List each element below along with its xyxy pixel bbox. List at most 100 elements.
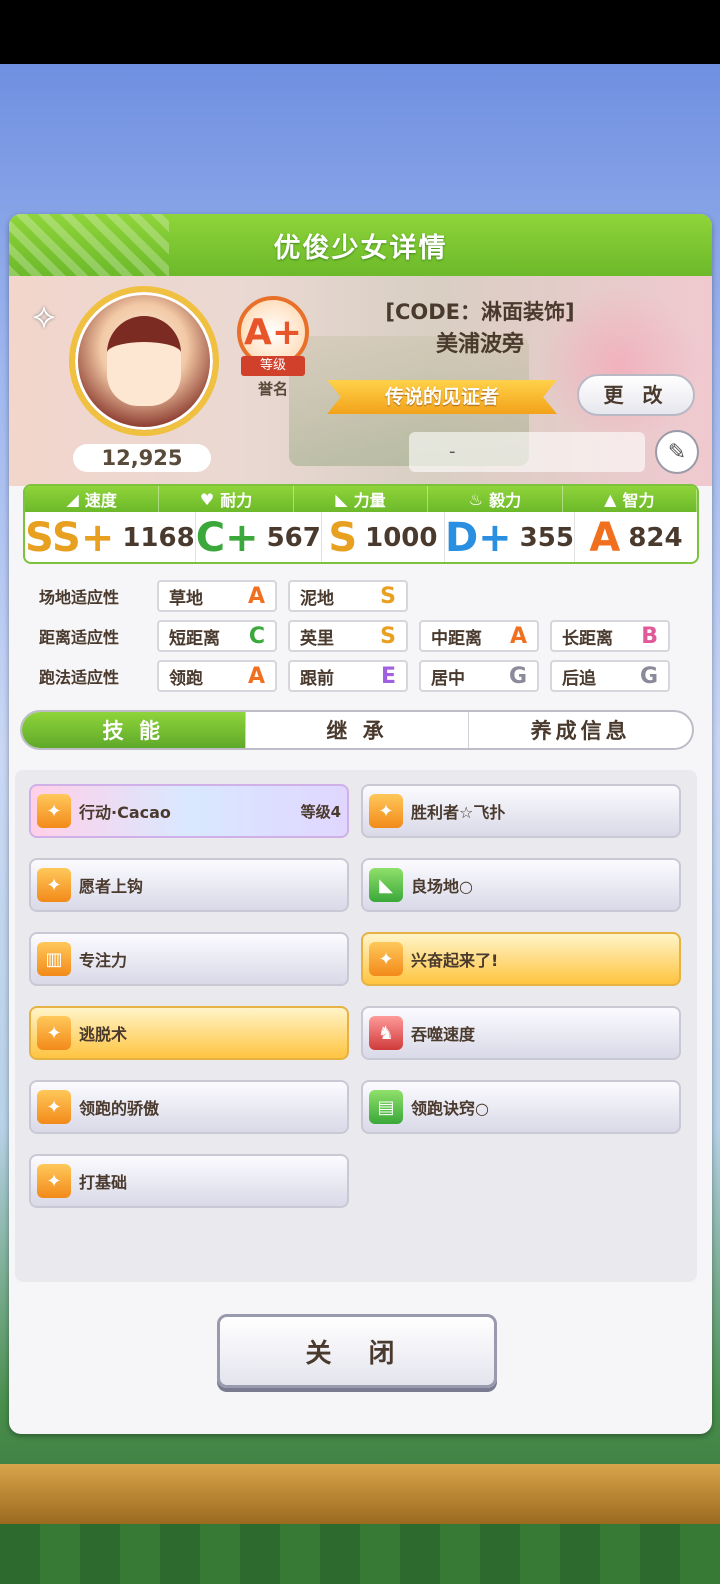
profile-banner: ⟡ 12,925 A+ 等级 誉名 [CODE：淋面装饰] 美浦波旁 传说的见证… [9, 276, 712, 486]
aptitude-label: 场地适应性 [39, 588, 120, 607]
stat-label: 速度 [84, 491, 117, 510]
skill-name: 领跑诀窍○ [411, 1099, 489, 1118]
skill-name: 领跑的骄傲 [79, 1099, 160, 1118]
aptitude-front-runner: 领跑 A [157, 660, 277, 692]
runner-icon: ✦ [37, 794, 71, 828]
aptitude-mile: 英里 S [288, 620, 408, 652]
skill-item[interactable]: ✦ 胜利者☆飞扑 [361, 784, 681, 838]
aptitude-grade: C [248, 623, 265, 649]
stat-value: 1168 [122, 523, 195, 553]
stat-value: 1000 [365, 523, 438, 553]
avatar-face [107, 316, 181, 406]
skill-name: 良场地○ [411, 877, 473, 896]
stat-value: 355 [519, 523, 574, 553]
skill-item[interactable]: ✦ 行动·Cacao 等级4 [29, 784, 349, 838]
beast-icon: ♞ [369, 1016, 403, 1050]
aptitude-name: 跟前 [300, 668, 334, 689]
stat-label: 耐力 [220, 491, 253, 510]
detail-tabs: 技 能 继 承 养成信息 [20, 710, 694, 750]
skill-item[interactable]: ▥ 专注力 [29, 932, 349, 986]
avatar[interactable] [69, 286, 219, 436]
rank-label: 等级 [241, 356, 305, 376]
aptitude-long: 长距离 B [550, 620, 670, 652]
skill-item[interactable]: ✦ 打基础 [29, 1154, 349, 1208]
runner-icon: ✦ [369, 942, 403, 976]
change-title-button[interactable]: 更 改 [577, 374, 695, 416]
aptitude-label: 跑法适应性 [39, 668, 120, 687]
muscle-icon: ◣ [369, 868, 403, 902]
aptitude-medium: 中距离 A [419, 620, 539, 652]
aptitude-name: 泥地 [300, 588, 334, 609]
stat-power-header: ◣ 力量 [294, 486, 429, 512]
aptitude-name: 领跑 [169, 668, 203, 689]
uma-detail-dialog: 优俊少女详情 ⟡ 12,925 A+ 等级 誉名 [CODE：淋面装饰] 美浦波… [9, 214, 712, 1434]
tab-skills[interactable]: 技 能 [22, 712, 246, 748]
aptitude-grade: G [508, 663, 527, 689]
stats-values: SS+ 1168 C+ 567 S 1000 D+ 355 A 824 [25, 512, 697, 562]
aptitude-grade: A [247, 663, 265, 689]
close-button[interactable]: 关 闭 [217, 1314, 497, 1388]
aptitude-sprint: 短距离 C [157, 620, 277, 652]
skill-item[interactable]: ✦ 兴奋起来了! [361, 932, 681, 986]
aptitude-grade: A [509, 623, 527, 649]
aptitude-grade: E [380, 663, 396, 689]
tab-inheritance[interactable]: 继 承 [246, 712, 470, 748]
book-icon: ▤ [369, 1090, 403, 1124]
aptitude-end-closer: 后追 G [550, 660, 670, 692]
aptitude-dirt: 泥地 S [288, 580, 408, 612]
carrot-icon: ⟡ [32, 296, 56, 336]
aptitude-name: 长距离 [562, 628, 613, 649]
aptitude-late-surger: 居中 G [419, 660, 539, 692]
outfit-title: [CODE：淋面装饰] [385, 300, 575, 324]
stat-value: 824 [628, 523, 683, 553]
track-rail [0, 1464, 720, 1524]
skill-level: 等级4 [300, 802, 341, 821]
gate-icon: ▥ [37, 942, 71, 976]
skill-item[interactable]: ▤ 领跑诀窍○ [361, 1080, 681, 1134]
stats-panel: ◢ 速度 ♥ 耐力 ◣ 力量 ♨ 毅力 ▲ 智力 SS+ 1168 C+ 567 S 1000 … [23, 484, 699, 564]
aptitude-label: 距离适应性 [39, 628, 120, 647]
runner-icon: ✦ [37, 1164, 71, 1198]
aptitude-name: 后追 [562, 668, 596, 689]
skill-item[interactable]: ◣ 良场地○ [361, 858, 681, 912]
edit-memo-button[interactable]: ✎ [655, 430, 699, 474]
aptitude-row-style: 跑法适应性 领跑 A 跟前 E 居中 G 后追 G [39, 660, 709, 692]
skill-name: 兴奋起来了! [411, 951, 499, 970]
skill-list: ✦ 行动·Cacao 等级4 ✦ 胜利者☆飞扑 ✦ 愿者上钩 ◣ 良场地○ ▥ … [15, 770, 697, 1282]
stat-power: S 1000 [322, 512, 445, 562]
skill-name: 吞噬速度 [411, 1025, 476, 1044]
runner-icon: ✦ [37, 1090, 71, 1124]
stat-label: 毅力 [489, 491, 522, 510]
aptitude-panel: 场地适应性 草地 A 泥地 S 距离适应性 短距离 C 英里 S 中距离 A 长距离 B 跑… [39, 580, 709, 700]
aptitude-row-track: 场地适应性 草地 A 泥地 S [39, 580, 709, 612]
aptitude-name: 中距离 [431, 628, 482, 649]
aptitude-grade: B [641, 623, 658, 649]
fan-count: 12,925 [73, 444, 211, 472]
flame-icon: ♨ [468, 489, 484, 509]
stat-guts: D+ 355 [444, 512, 575, 562]
skill-name: 逃脱术 [79, 1025, 128, 1044]
title-badge: 传说的见证者 [327, 380, 557, 414]
skill-name: 打基础 [79, 1173, 128, 1192]
stat-stamina: C+ 567 [196, 512, 322, 562]
stat-grade: D+ [444, 515, 512, 561]
skill-item[interactable]: ♞ 吞噬速度 [361, 1006, 681, 1060]
memo-field: - [409, 432, 645, 472]
aptitude-name: 居中 [431, 668, 465, 689]
skill-item[interactable]: ✦ 愿者上钩 [29, 858, 349, 912]
skill-item[interactable]: ✦ 逃脱术 [29, 1006, 349, 1060]
skill-item[interactable]: ✦ 领跑的骄傲 [29, 1080, 349, 1134]
aptitude-grade: S [380, 623, 396, 649]
header-pattern [9, 214, 169, 276]
aptitude-grade: G [639, 663, 658, 689]
aptitude-pace-chaser: 跟前 E [288, 660, 408, 692]
skill-name: 愿者上钩 [79, 877, 144, 896]
runner-icon: ✦ [369, 794, 403, 828]
stat-guts-header: ♨ 毅力 [428, 486, 563, 512]
shoe-icon: ◢ [66, 489, 79, 509]
stat-grade: S [328, 515, 358, 561]
tab-training-info[interactable]: 养成信息 [469, 712, 692, 748]
stat-speed: SS+ 1168 [25, 512, 196, 562]
turf [0, 1524, 720, 1584]
stat-grade: SS+ [25, 515, 115, 561]
